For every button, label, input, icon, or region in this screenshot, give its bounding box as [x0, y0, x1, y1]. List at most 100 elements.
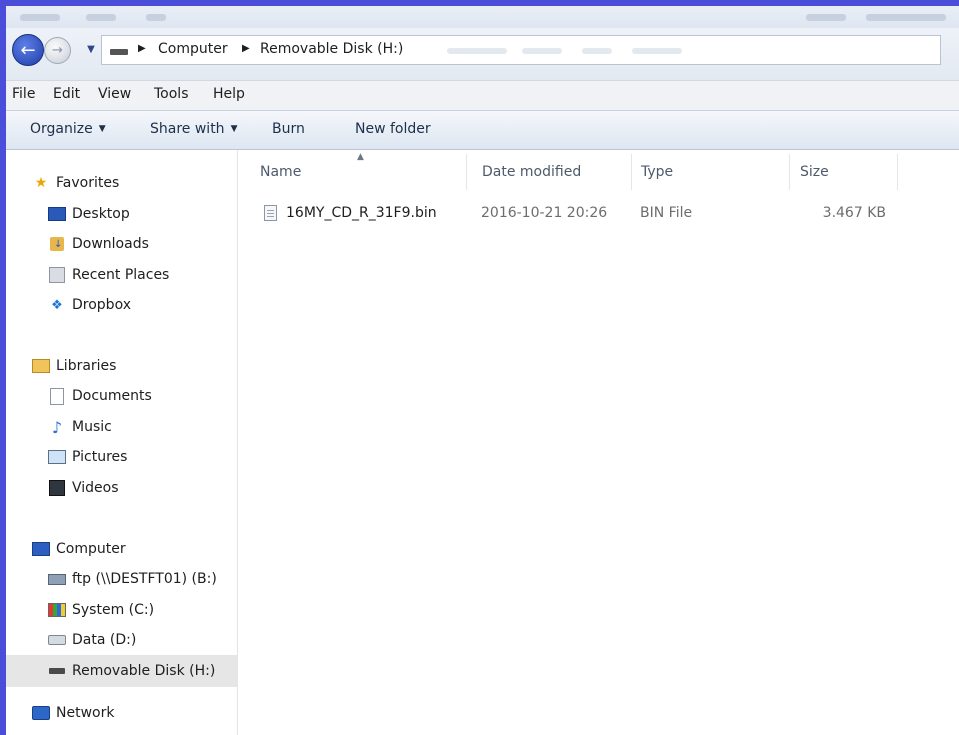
nav-label: Recent Places: [72, 267, 170, 283]
file-type: BIN File: [640, 205, 693, 221]
column-divider[interactable]: [466, 154, 467, 190]
chevron-down-icon: ▼: [230, 124, 238, 134]
nav-computer[interactable]: Computer: [32, 537, 126, 561]
nav-label: System (C:): [72, 602, 155, 618]
nav-label: Computer: [56, 541, 126, 557]
column-name[interactable]: Name: [260, 164, 301, 180]
nav-item-desktop[interactable]: Desktop: [48, 202, 130, 226]
address-blur: [582, 48, 612, 54]
recent-pages-dropdown[interactable]: ▼: [84, 40, 98, 58]
file-date-modified: 2016-10-21 20:26: [481, 205, 608, 221]
nav-item-documents[interactable]: Documents: [48, 384, 152, 408]
pictures-icon: [48, 449, 66, 465]
nav-item-pictures[interactable]: Pictures: [48, 445, 127, 469]
forward-button[interactable]: →: [44, 37, 71, 64]
file-name: 16MY_CD_R_31F9.bin: [286, 205, 437, 221]
libraries-icon: [32, 358, 50, 374]
nav-label: Videos: [72, 480, 119, 496]
hard-drive-icon: [48, 632, 66, 648]
chevron-down-icon: ▼: [98, 124, 106, 134]
file-row[interactable]: 16MY_CD_R_31F9.bin 2016-10-21 20:26 BIN …: [238, 200, 959, 228]
arrow-right-icon: →: [52, 43, 63, 58]
column-divider[interactable]: [631, 154, 632, 190]
menu-help[interactable]: Help: [213, 86, 245, 102]
nav-label: Data (D:): [72, 632, 137, 648]
nav-label: Libraries: [56, 358, 117, 374]
nav-label: Removable Disk (H:): [72, 663, 216, 679]
menu-view[interactable]: View: [98, 86, 131, 102]
videos-icon: [48, 480, 66, 496]
title-blur: [866, 14, 946, 21]
menu-file[interactable]: File: [12, 86, 35, 102]
desktop-icon: [48, 206, 66, 222]
nav-label: ftp (\\DESTFT01) (B:): [72, 571, 217, 587]
nav-item-data-drive[interactable]: Data (D:): [48, 628, 136, 652]
back-button[interactable]: ←: [12, 34, 44, 66]
recent-places-icon: [48, 267, 66, 283]
command-bar: Organize ▼ Share with ▼ Burn New folder: [6, 110, 959, 150]
menu-edit[interactable]: Edit: [53, 86, 80, 102]
column-divider[interactable]: [789, 154, 790, 190]
drive-icon: [110, 49, 128, 55]
star-icon: ★: [34, 175, 48, 191]
system-drive-icon: [48, 602, 66, 618]
new-folder-button[interactable]: New folder: [355, 121, 431, 137]
computer-icon: [32, 541, 50, 557]
nav-item-dropbox[interactable]: ❖ Dropbox: [48, 293, 131, 317]
file-icon: [264, 205, 277, 221]
nav-item-system-drive[interactable]: System (C:): [48, 598, 154, 622]
column-type[interactable]: Type: [641, 164, 673, 180]
burn-button[interactable]: Burn: [272, 121, 305, 137]
file-size: 3.467 KB: [822, 205, 886, 221]
nav-label: Desktop: [72, 206, 130, 222]
breadcrumb-computer[interactable]: Computer: [158, 41, 228, 57]
nav-libraries[interactable]: Libraries: [32, 354, 116, 378]
dropbox-icon: ❖: [51, 297, 63, 313]
nav-item-ftp-drive[interactable]: ftp (\\DESTFT01) (B:): [48, 567, 217, 591]
nav-label: Network: [56, 705, 115, 721]
organize-label: Organize: [30, 121, 93, 137]
address-blur: [522, 48, 562, 54]
title-blur: [146, 14, 166, 21]
title-bar: [6, 6, 959, 28]
nav-item-videos[interactable]: Videos: [48, 476, 119, 500]
downloads-icon: ↓: [48, 236, 66, 252]
nav-item-downloads[interactable]: ↓ Downloads: [48, 232, 149, 256]
address-bar[interactable]: ▶ Computer ▶ Removable Disk (H:): [101, 35, 941, 65]
nav-favorites[interactable]: ★ Favorites: [32, 171, 120, 195]
nav-label: Downloads: [72, 236, 149, 252]
column-date-modified[interactable]: Date modified: [482, 164, 581, 180]
address-row: ← → ▼ ▶ Computer ▶ Removable Disk (H:): [6, 28, 959, 80]
address-blur: [447, 48, 507, 54]
share-with-label: Share with: [150, 121, 225, 137]
nav-item-music[interactable]: ♪ Music: [48, 415, 112, 439]
column-size[interactable]: Size: [800, 164, 829, 180]
breadcrumb-separator-icon[interactable]: ▶: [138, 43, 146, 54]
organize-button[interactable]: Organize ▼: [30, 121, 106, 137]
menu-tools[interactable]: Tools: [154, 86, 189, 102]
removable-disk-icon: [48, 663, 66, 679]
music-icon: ♪: [51, 417, 63, 437]
column-header-row: ▲ Name Date modified Type Size: [238, 150, 959, 194]
nav-label: Documents: [72, 388, 152, 404]
nav-label: Favorites: [56, 175, 120, 191]
nav-label: Music: [72, 419, 112, 435]
column-divider[interactable]: [897, 154, 898, 190]
address-blur: [632, 48, 682, 54]
nav-label: Dropbox: [72, 297, 131, 313]
nav-label: Pictures: [72, 449, 128, 465]
nav-item-recent-places[interactable]: Recent Places: [48, 263, 169, 287]
arrow-left-icon: ←: [20, 39, 36, 61]
breadcrumb-separator-icon[interactable]: ▶: [242, 43, 250, 54]
nav-item-removable-disk[interactable]: Removable Disk (H:): [48, 659, 215, 683]
title-blur: [20, 14, 60, 21]
breadcrumb-removable-disk[interactable]: Removable Disk (H:): [260, 41, 403, 57]
share-with-button[interactable]: Share with ▼: [150, 121, 237, 137]
title-blur: [806, 14, 846, 21]
menu-bar: File Edit View Tools Help: [6, 80, 959, 110]
sort-ascending-icon: ▲: [357, 152, 364, 162]
title-blur: [86, 14, 116, 21]
network-icon: [32, 705, 50, 721]
documents-icon: [48, 387, 66, 405]
nav-network[interactable]: Network: [32, 701, 114, 725]
